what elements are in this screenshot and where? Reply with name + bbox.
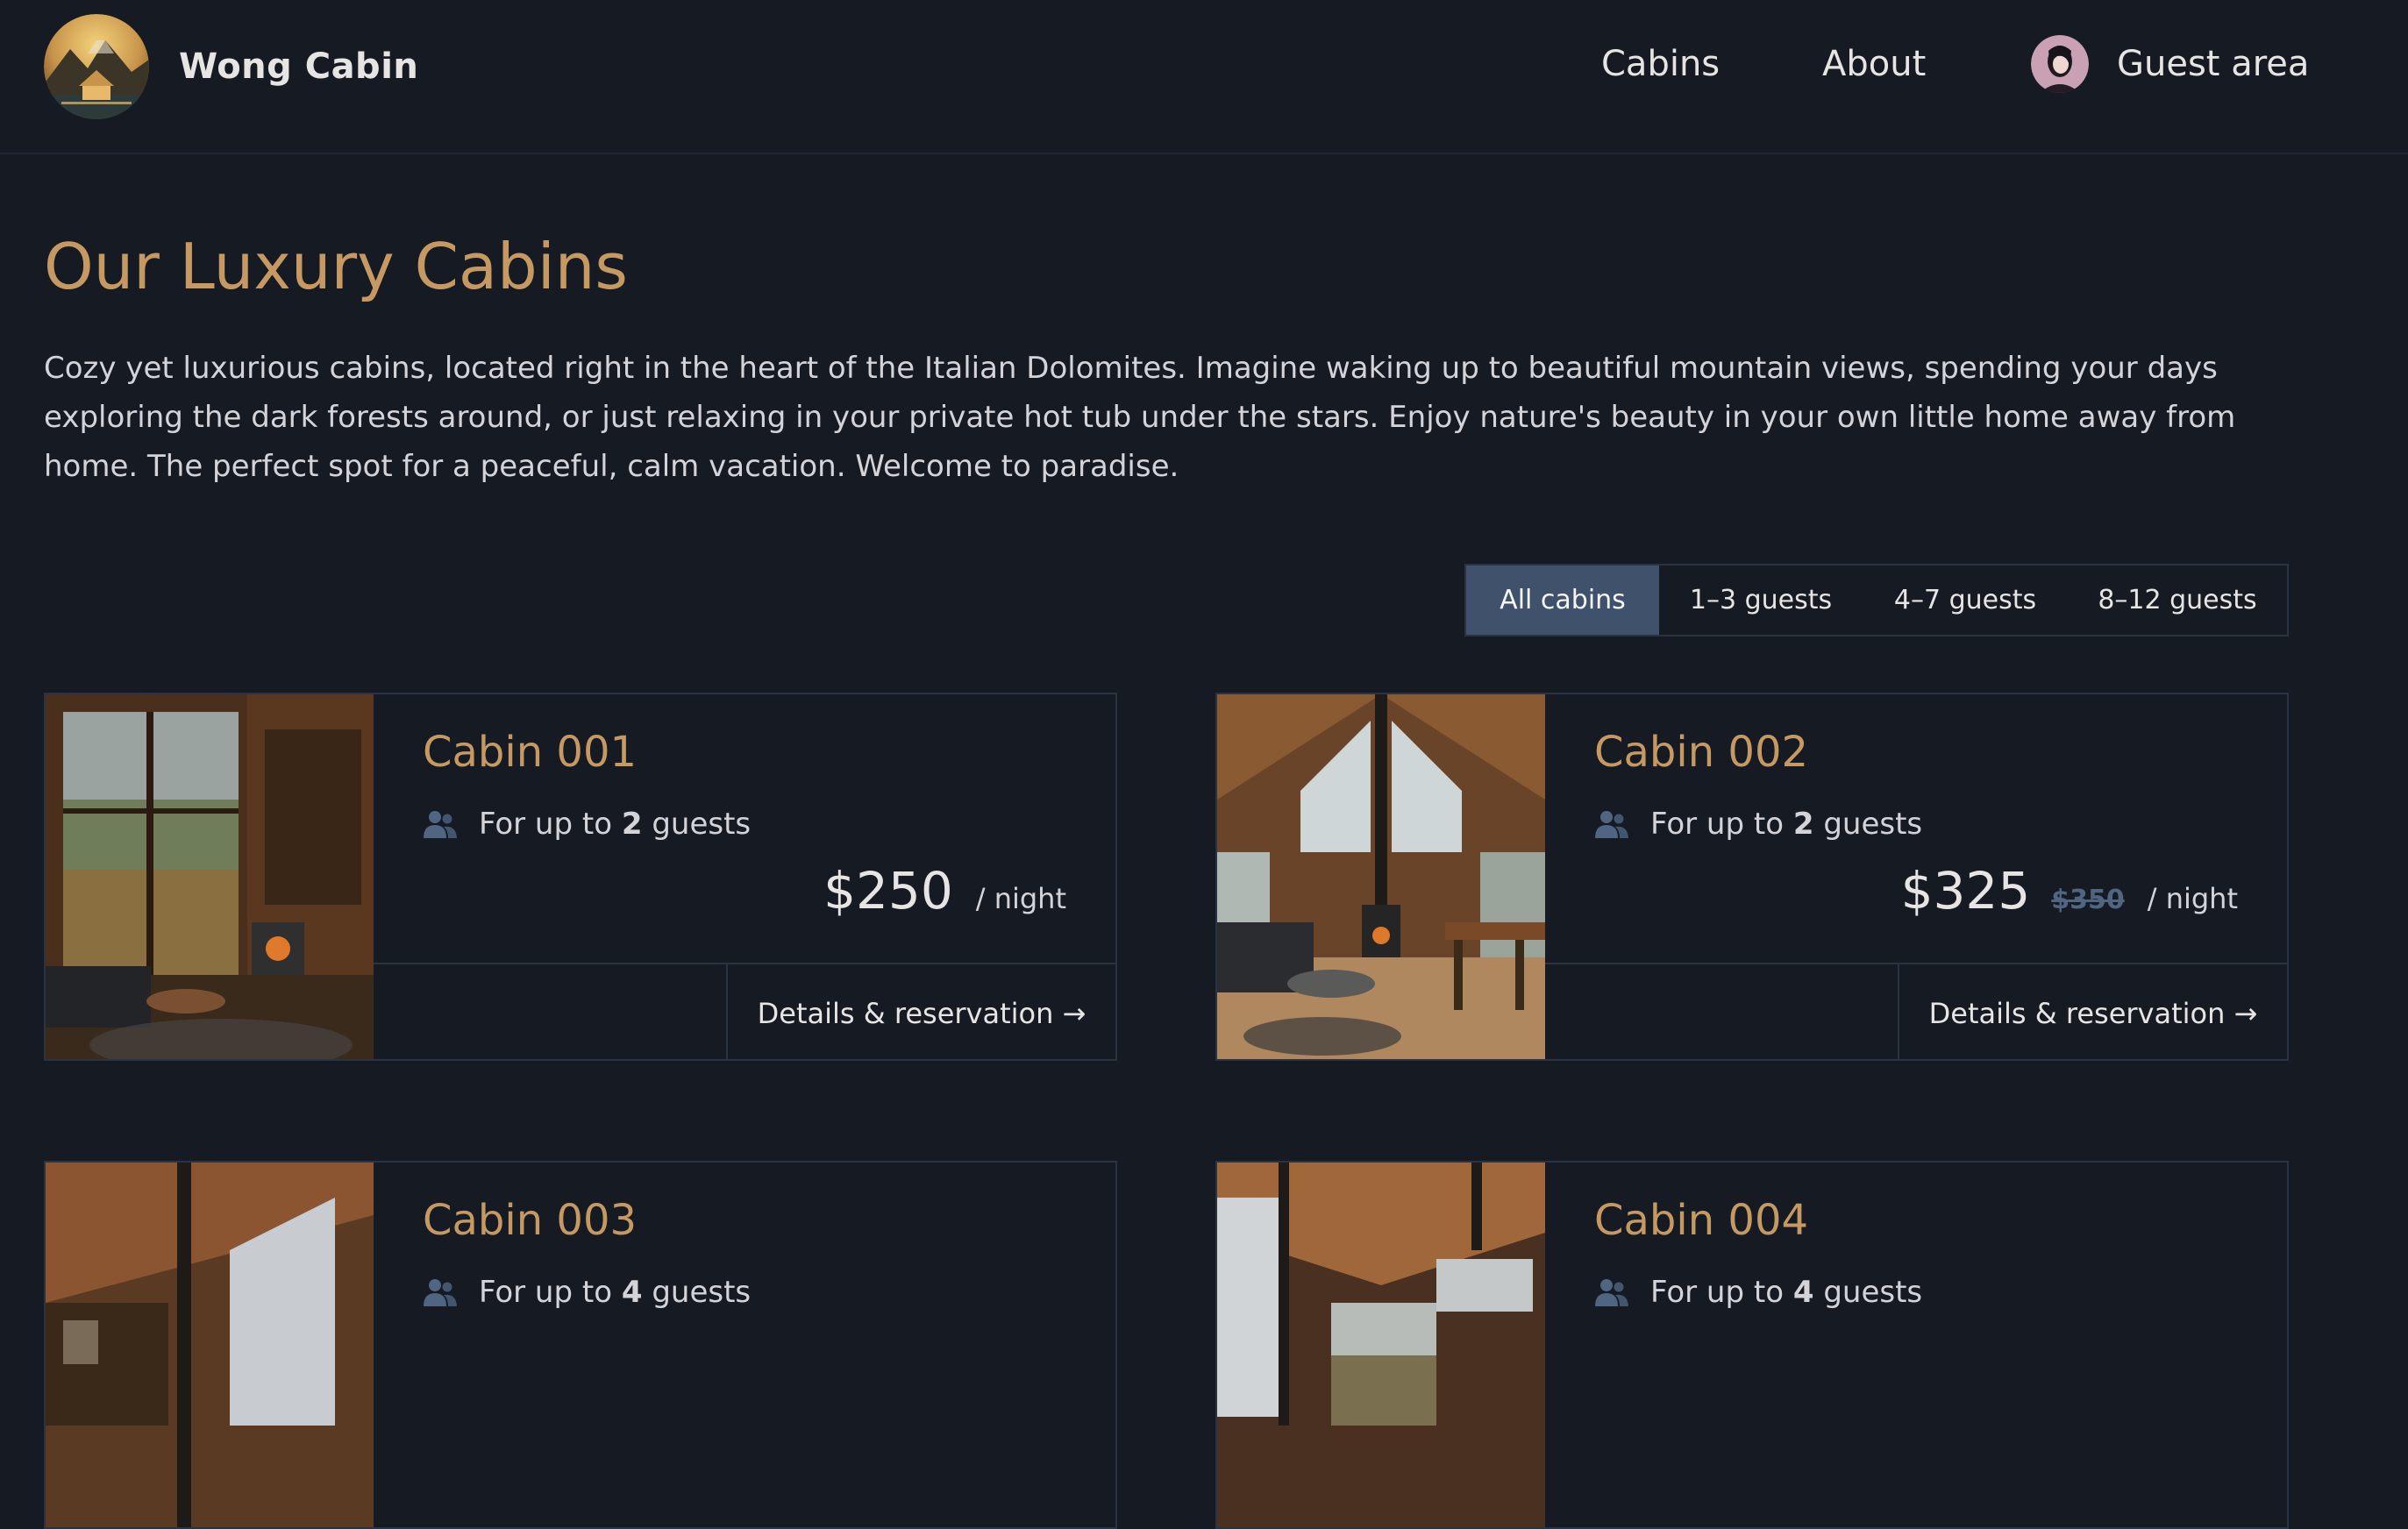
cabin-old-price: $350 [2051, 885, 2125, 915]
cabin-name: Cabin 003 [423, 1196, 638, 1245]
filter-1-3-guests[interactable]: 1–3 guests [1659, 565, 1863, 635]
guest-prefix: For up to [479, 807, 613, 842]
users-icon [424, 811, 457, 838]
filter-8-12-guests[interactable]: 8–12 guests [2068, 565, 2287, 635]
filter-all-cabins[interactable]: All cabins [1466, 565, 1659, 635]
filter-4-7-guests[interactable]: 4–7 guests [1863, 565, 2068, 635]
guest-count: 4 [621, 1275, 643, 1310]
main-nav-about: About [1822, 0, 1926, 128]
cabin-info: Cabin 003 For up to 4 guests [374, 1163, 1115, 1431]
guest-suffix: guests [1823, 1275, 1923, 1310]
cabin-card: Cabin 003 For up to 4 guests [44, 1161, 1117, 1529]
brand-name[interactable]: Wong Cabin [179, 46, 418, 87]
cabin-info: Cabin 004 For up to 4 guests [1545, 1163, 2287, 1431]
cabin-card: Cabin 002 For up to 2 guests $325 $350 /… [1215, 693, 2289, 1061]
cabin-photo [46, 1163, 374, 1527]
guest-prefix: For up to [1650, 1275, 1785, 1310]
page-title: Our Luxury Cabins [44, 230, 628, 303]
cabin-name: Cabin 002 [1594, 728, 1809, 777]
guest-capacity: For up to 2 guests [423, 807, 751, 842]
users-icon [424, 1279, 457, 1306]
cabin-photo [1217, 694, 1545, 1059]
main-nav: Cabins [1601, 0, 1720, 128]
cabin-info: Cabin 001 For up to 2 guests $250 / nigh… [374, 694, 1115, 963]
capacity-filter: All cabins 1–3 guests 4–7 guests 8–12 gu… [1464, 564, 2289, 636]
guest-count: 4 [1792, 1275, 1814, 1310]
cabin-info: Cabin 002 For up to 2 guests $325 $350 /… [1545, 694, 2287, 963]
guest-capacity: For up to 4 guests [423, 1275, 751, 1310]
guest-count: 2 [1792, 807, 1814, 842]
intro-text: Cozy yet luxurious cabins, located right… [44, 351, 2236, 484]
details-reservation-button[interactable]: Details & reservation → [726, 964, 1115, 1059]
guest-prefix: For up to [1650, 807, 1785, 842]
users-icon [1595, 811, 1628, 838]
per-night-label: / night [975, 882, 1066, 915]
nav-cabins[interactable]: Cabins [1601, 44, 1720, 84]
card-footer: Details & reservation → [1545, 963, 2287, 1059]
site-header: Wong Cabin Cabins About Guest area [0, 0, 2408, 154]
guest-suffix: guests [1823, 807, 1923, 842]
details-reservation-button[interactable]: Details & reservation → [1898, 964, 2287, 1059]
cabin-logo-icon [44, 14, 149, 119]
per-night-label: / night [2147, 882, 2238, 915]
guest-suffix: guests [652, 1275, 752, 1310]
price-row: $250 / night [823, 861, 1066, 921]
nav-about[interactable]: About [1822, 44, 1926, 84]
cabin-name: Cabin 001 [423, 728, 638, 777]
guest-count: 2 [621, 807, 643, 842]
cabin-price: $250 [823, 861, 953, 921]
user-avatar [2031, 35, 2089, 93]
users-icon [1595, 1279, 1628, 1306]
price-row: $325 $350 / night [1901, 861, 2238, 921]
cabin-name: Cabin 004 [1594, 1196, 1809, 1245]
cabin-card: Cabin 004 For up to 4 guests [1215, 1161, 2289, 1529]
guest-capacity: For up to 2 guests [1594, 807, 1922, 842]
card-footer: Details & reservation → [374, 963, 1115, 1059]
guest-capacity: For up to 4 guests [1594, 1275, 1922, 1310]
cabin-photo [46, 694, 374, 1059]
nav-guest-area-label[interactable]: Guest area [2117, 44, 2309, 84]
guest-prefix: For up to [479, 1275, 613, 1310]
nav-guest-area[interactable]: Guest area [2031, 0, 2309, 128]
cabin-card: Cabin 001 For up to 2 guests $250 / nigh… [44, 693, 1117, 1061]
guest-suffix: guests [652, 807, 752, 842]
logo-link[interactable]: Wong Cabin [44, 14, 418, 119]
cabin-photo [1217, 1163, 1545, 1527]
cabin-price: $325 [1900, 861, 2031, 921]
